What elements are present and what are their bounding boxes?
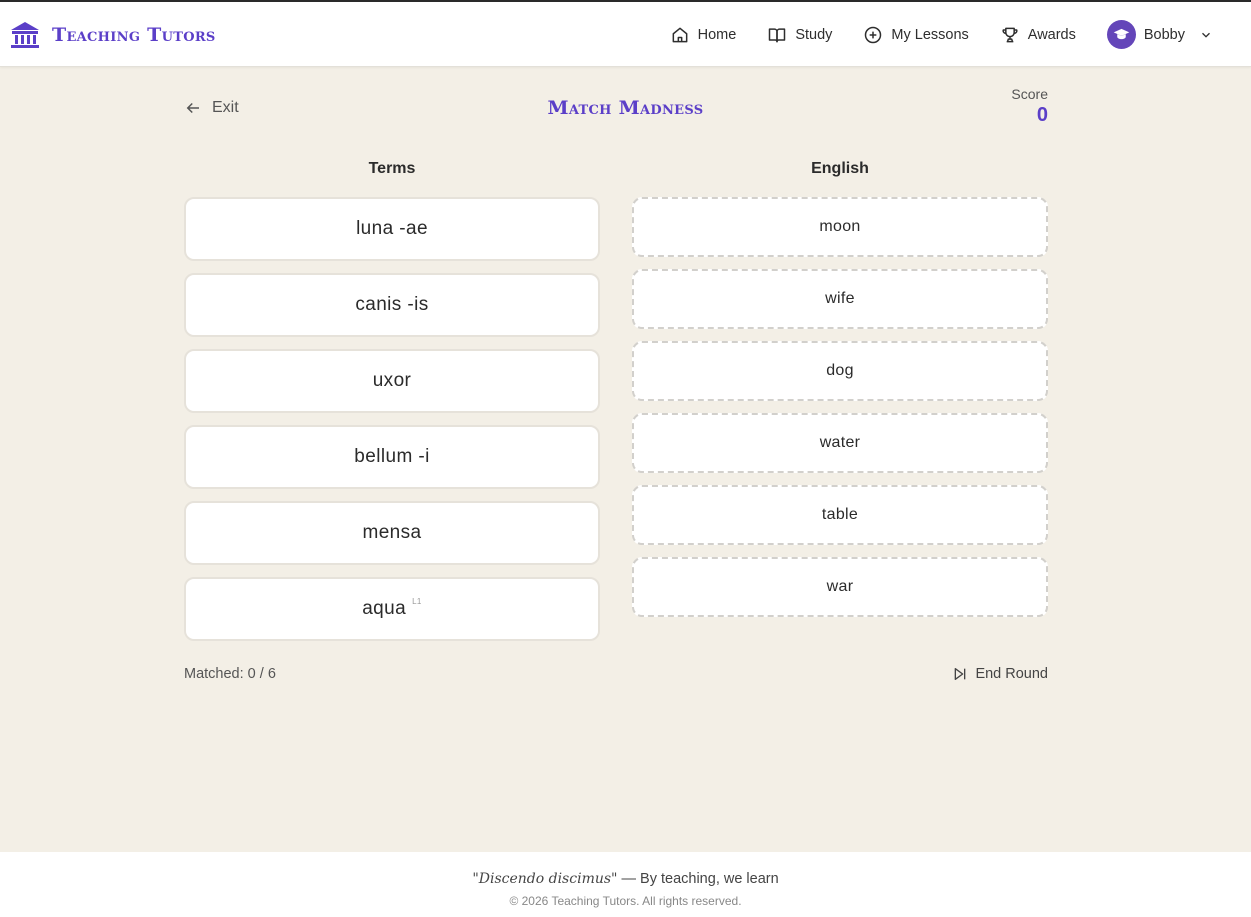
english-card[interactable]: table xyxy=(632,485,1048,545)
term-card[interactable]: uxor xyxy=(184,349,600,413)
english-text: moon xyxy=(819,218,861,235)
home-icon xyxy=(672,27,688,42)
institution-icon xyxy=(11,22,39,48)
english-card[interactable]: water xyxy=(632,413,1048,473)
term-card[interactable]: bellum -i xyxy=(184,425,600,489)
graduation-cap-icon xyxy=(1113,28,1130,40)
term-card[interactable]: mensa xyxy=(184,501,600,565)
english-card[interactable]: moon xyxy=(632,197,1048,257)
english-text: water xyxy=(819,434,861,451)
nav-item-awards[interactable]: Awards xyxy=(1000,25,1076,45)
nav-item-label: Home xyxy=(697,26,737,43)
nav-item-home[interactable]: Home xyxy=(670,25,737,45)
term-text: luna -ae xyxy=(356,218,428,239)
user-name: Bobby xyxy=(1143,26,1185,43)
english-card[interactable]: war xyxy=(632,557,1048,617)
term-text: canis -is xyxy=(355,294,429,315)
skip-forward-icon xyxy=(955,668,966,680)
term-lesson-tag: L1 xyxy=(412,596,422,606)
english-list: moon wife dog water table war xyxy=(632,197,1048,629)
term-text: bellum -i xyxy=(354,446,430,467)
term-card[interactable]: aqua L1 xyxy=(184,577,600,641)
nav-item-label: My Lessons xyxy=(891,26,969,43)
page-title: Match Madness xyxy=(547,97,704,119)
end-round-label: End Round xyxy=(975,666,1048,682)
english-text: table xyxy=(821,506,859,523)
plus-circle-icon xyxy=(865,26,882,43)
terms-column-header: Terms xyxy=(368,160,416,177)
footer-quote-translation: — By teaching, we learn xyxy=(621,871,779,887)
end-round-button[interactable]: End Round xyxy=(952,666,1048,682)
score-value: 0 xyxy=(1036,104,1048,126)
book-open-icon xyxy=(769,27,786,42)
english-card[interactable]: dog xyxy=(632,341,1048,401)
term-text: aqua xyxy=(362,598,407,619)
nav-item-study[interactable]: Study xyxy=(767,25,832,45)
brand-link[interactable]: Teaching Tutors xyxy=(10,20,216,50)
english-text: dog xyxy=(826,362,854,379)
english-card[interactable]: wife xyxy=(632,269,1048,329)
term-card[interactable]: luna -ae xyxy=(184,197,600,261)
nav-item-my-lessons[interactable]: My Lessons xyxy=(863,25,969,45)
footer-motto: "Discendo discimus" — By teaching, we le… xyxy=(0,871,1251,887)
main-nav: Home Study My Lessons Awards Bobby xyxy=(670,2,1213,67)
nav-item-label: Awards xyxy=(1027,26,1076,43)
matched-count: Matched: 0 / 6 xyxy=(184,666,276,682)
english-column-header: English xyxy=(811,160,869,177)
page-footer: "Discendo discimus" — By teaching, we le… xyxy=(0,852,1251,917)
score-label: Score xyxy=(1011,86,1048,102)
user-menu[interactable]: Bobby xyxy=(1106,20,1213,49)
avatar xyxy=(1106,20,1136,49)
terms-list: luna -ae canis -is uxor bellum -i mensa … xyxy=(184,197,600,653)
term-text: mensa xyxy=(362,522,422,543)
english-text: wife xyxy=(825,290,855,307)
english-text: war xyxy=(826,578,854,595)
chevron-down-icon xyxy=(1202,32,1210,38)
footer-copyright: © 2026 Teaching Tutors. All rights reser… xyxy=(509,894,742,908)
footer-quote: "Discendo discimus" xyxy=(472,871,618,887)
trophy-icon xyxy=(1002,27,1018,42)
term-text: uxor xyxy=(372,370,412,391)
nav-item-label: Study xyxy=(795,26,833,43)
top-navbar: Teaching Tutors Home Study My Lessons Aw… xyxy=(0,2,1251,67)
term-card[interactable]: canis -is xyxy=(184,273,600,337)
score-display: Score 0 xyxy=(1011,86,1048,127)
brand-name: Teaching Tutors xyxy=(52,24,216,46)
